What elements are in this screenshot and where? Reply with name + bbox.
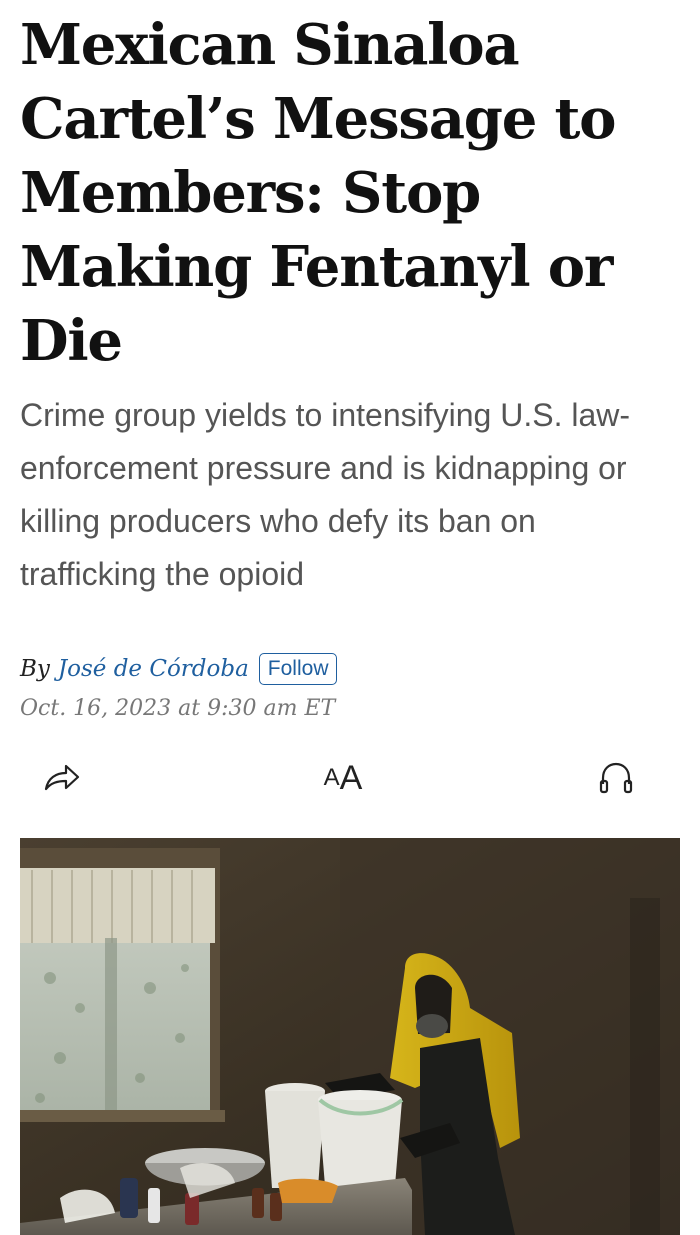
lead-photo-illustration [20,838,680,1235]
follow-button[interactable]: Follow [258,653,338,685]
listen-button[interactable] [594,756,638,800]
byline-prefix: By [20,656,50,682]
share-icon [44,764,80,791]
article-toolbar: A A [0,748,700,808]
byline: By José de Córdoba Follow [20,650,338,688]
headline: Mexican Sinaloa Cartel’s Message to Memb… [20,12,617,374]
text-size-button[interactable]: A A [324,756,368,800]
text-size-large-a: A [339,759,363,797]
lead-photo [20,838,680,1235]
publish-date: Oct. 16, 2023 at 9:30 am ET [20,696,336,721]
headphones-icon [599,762,633,794]
text-size-small-a: A [323,764,340,791]
share-button[interactable] [40,756,84,800]
article-dek: Crime group yields to intensifying U.S. … [20,397,631,592]
article-page: Mexican Sinaloa Cartel’s Message to Memb… [0,0,700,1235]
author-link[interactable]: José de Córdoba [58,656,249,682]
